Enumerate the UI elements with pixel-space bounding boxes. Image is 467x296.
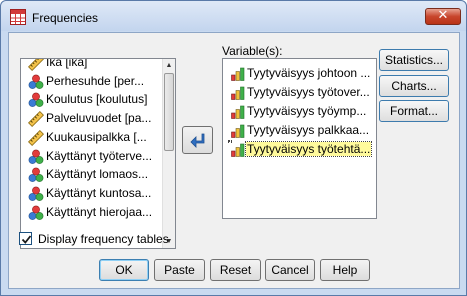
list-item[interactable]: Tyytyväisyys työtover... [227, 83, 373, 101]
list-item[interactable]: Tyytyväisyys työymp... [227, 102, 373, 120]
frequencies-app-icon [10, 9, 26, 25]
list-item-label: Tyytyväisyys palkkaa... [247, 123, 370, 137]
display-frequency-tables-checkbox[interactable] [19, 232, 32, 245]
list-item-label: Tyytyväisyys työymp... [247, 104, 367, 118]
paste-button[interactable]: Paste [154, 259, 205, 281]
ok-button[interactable]: OK [99, 259, 149, 281]
move-variable-button[interactable] [182, 126, 213, 154]
list-item[interactable]: Tyytyväisyys työtehtä... [227, 140, 373, 158]
list-item[interactable]: Palveluvuodet [pa... [24, 109, 164, 128]
source-variable-list[interactable]: Ikä [ikä] Perhesuhde [per... Koulutus [kou… [20, 58, 176, 249]
charts-button[interactable]: Charts... [379, 75, 449, 97]
window-title: Frequencies [32, 11, 99, 25]
title-bar[interactable]: Frequencies ✕ [1, 1, 466, 31]
display-frequency-tables-label: Display frequency tables [38, 232, 169, 246]
list-item[interactable]: Koulutus [koulutus] [24, 90, 164, 108]
list-item[interactable]: Käyttänyt hierojaa... [24, 203, 164, 221]
list-item[interactable]: Ikä [ikä] [24, 58, 164, 71]
list-item-label: Käyttänyt kuntosa... [46, 185, 152, 200]
statistics-button[interactable]: Statistics... [379, 49, 449, 71]
reset-button[interactable]: Reset [210, 259, 261, 281]
list-item-label: Käyttänyt lomaos... [46, 167, 149, 182]
list-item[interactable]: Käyttänyt lomaos... [24, 165, 164, 183]
list-item-label: Palveluvuodet [pa... [46, 111, 152, 126]
move-arrow-icon [190, 133, 205, 148]
list-item[interactable]: Tyytyväisyys johtoon ... [227, 64, 373, 82]
list-item-label: Tyytyväisyys työtehtä... [244, 141, 373, 157]
list-item[interactable]: Käyttänyt kuntosa... [24, 184, 164, 202]
source-list-scrollbar[interactable]: ▲ ▼ [162, 59, 175, 248]
list-item[interactable]: Käyttänyt työterve... [24, 147, 164, 165]
help-button[interactable]: Help [320, 259, 370, 281]
list-item-label: Tyytyväisyys työtover... [247, 85, 370, 99]
scroll-thumb[interactable] [164, 73, 174, 151]
scroll-up-arrow-icon[interactable]: ▲ [163, 59, 175, 72]
list-item-label: Perhesuhde [per... [46, 73, 145, 88]
cancel-button[interactable]: Cancel [265, 259, 315, 281]
list-item-label: Käyttänyt työterve... [46, 148, 153, 163]
list-item-label: Käyttänyt hierojaa... [46, 204, 153, 219]
close-icon: ✕ [437, 8, 449, 23]
list-item-label: Koulutus [koulutus] [46, 92, 148, 107]
list-item-label: Kuukausipalkka [... [46, 129, 147, 144]
checkmark-icon [21, 235, 32, 244]
close-button[interactable]: ✕ [425, 8, 461, 25]
variables-label: Variable(s): [222, 44, 283, 58]
list-item[interactable]: Tyytyväisyys palkkaa... [227, 121, 373, 139]
list-item-label: Tyytyväisyys johtoon ... [247, 66, 371, 80]
format-button[interactable]: Format... [379, 100, 449, 122]
target-variable-list[interactable]: Tyytyväisyys johtoon ... Tyytyväisyys työ… [222, 58, 377, 219]
list-item-label: Ikä [ikä] [46, 58, 88, 69]
list-item[interactable]: Kuukausipalkka [... [24, 128, 164, 146]
dialog-body: Ikä [ikä] Perhesuhde [per... Koulutus [kou… [8, 32, 460, 289]
list-item[interactable]: Perhesuhde [per... [24, 72, 164, 90]
frequencies-dialog: Frequencies ✕ Ikä [ikä] Perhesuhde [per..… [0, 0, 467, 296]
